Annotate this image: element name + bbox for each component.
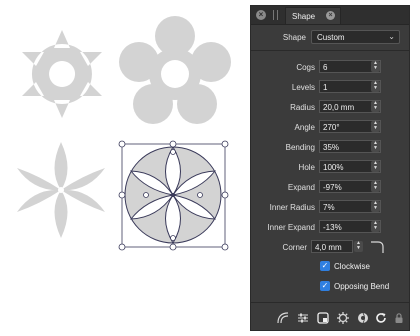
chevron-down-icon: ⌄ xyxy=(388,32,395,41)
panel-toolbar xyxy=(251,302,409,331)
cog-shape-icon[interactable] xyxy=(337,312,349,324)
shape-type-label: Shape xyxy=(282,33,306,42)
expand-value: -97% xyxy=(323,183,342,192)
bending-stepper[interactable]: ▲ ▼ xyxy=(371,141,380,152)
corner-row: Corner 4,0 mm ▲ ▼ xyxy=(251,240,409,254)
lock-icon[interactable] xyxy=(393,312,405,324)
levels-row: Levels 1 ▲ ▼ xyxy=(251,80,409,94)
inner-radius-row: Inner Radius 7% ▲ ▼ xyxy=(251,200,409,214)
panel-grip-icon[interactable] xyxy=(273,10,278,20)
flower-shape[interactable] xyxy=(119,16,231,124)
cogs-row: Cogs 6 ▲ ▼ xyxy=(251,60,409,74)
inner-expand-row: Inner Expand -13% ▲ ▼ xyxy=(251,220,409,234)
expand-stepper[interactable]: ▲ ▼ xyxy=(371,181,380,192)
curve-icon[interactable] xyxy=(277,312,289,324)
hole-stepper[interactable]: ▲ ▼ xyxy=(371,161,380,172)
bending-value: 35% xyxy=(323,143,340,152)
angle-row: Angle 270° ▲ ▼ xyxy=(251,120,409,134)
tab-shape[interactable]: Shape × xyxy=(285,7,341,24)
sliders-icon[interactable] xyxy=(297,312,309,324)
angle-value: 270° xyxy=(323,123,340,132)
corner-label: Corner xyxy=(282,243,307,252)
hole-label: Hole xyxy=(298,163,315,172)
divider xyxy=(251,50,409,51)
shape-type-select[interactable]: Custom ⌄ xyxy=(311,30,400,44)
panel-tab-bar: × Shape × xyxy=(251,6,409,25)
canvas-drawing[interactable] xyxy=(0,0,248,336)
levels-value: 1 xyxy=(323,83,328,92)
cogs-value: 6 xyxy=(323,63,328,72)
radius-stepper[interactable]: ▲ ▼ xyxy=(371,101,380,112)
inner-radius-label: Inner Radius xyxy=(269,203,315,212)
square-icon[interactable] xyxy=(317,312,329,324)
angle-label: Angle xyxy=(294,123,315,132)
inner-radius-stepper[interactable]: ▲ ▼ xyxy=(371,201,380,212)
clockwise-row[interactable]: ✓ Clockwise xyxy=(320,261,410,273)
radius-label: Radius xyxy=(290,103,315,112)
bending-row: Bending 35% ▲ ▼ xyxy=(251,140,409,154)
inner-radius-value: 7% xyxy=(323,203,335,212)
tab-shape-label: Shape xyxy=(292,12,316,21)
shape-type-value: Custom xyxy=(317,33,345,42)
refresh-icon[interactable] xyxy=(375,312,387,324)
shape-type-row: Shape Custom ⌄ xyxy=(251,29,409,45)
corner-stepper[interactable]: ▲ ▼ xyxy=(354,241,363,252)
canvas[interactable] xyxy=(0,0,248,336)
hole-value: 100% xyxy=(323,163,344,172)
levels-label: Levels xyxy=(291,83,315,92)
bending-label: Bending xyxy=(285,143,315,152)
opposing-bend-checkbox[interactable]: ✓ xyxy=(320,281,330,291)
corner-type-icon[interactable] xyxy=(370,240,386,254)
star-flower-shape[interactable] xyxy=(17,142,105,238)
angle-stepper[interactable]: ▲ ▼ xyxy=(371,121,380,132)
inner-expand-label: Inner Expand xyxy=(267,223,315,232)
cog-shape[interactable] xyxy=(22,30,102,118)
tab-close-icon[interactable]: × xyxy=(326,11,335,20)
cogs-label: Cogs xyxy=(296,63,315,72)
selected-flower-shape[interactable] xyxy=(118,140,229,251)
corner-value: 4,0 mm xyxy=(315,243,342,252)
expand-row: Expand -97% ▲ ▼ xyxy=(251,180,409,194)
opposing-bend-label: Opposing Bend xyxy=(334,282,390,291)
cogs-stepper[interactable]: ▲ ▼ xyxy=(371,61,380,72)
levels-stepper[interactable]: ▲ ▼ xyxy=(371,81,380,92)
flower-icon[interactable] xyxy=(357,312,369,324)
hole-row: Hole 100% ▲ ▼ xyxy=(251,160,409,174)
opposing-bend-row[interactable]: ✓ Opposing Bend xyxy=(320,281,410,293)
inner-expand-value: -13% xyxy=(323,223,342,232)
expand-label: Expand xyxy=(287,183,315,192)
clockwise-checkbox[interactable]: ✓ xyxy=(320,261,330,271)
panel-close-icon[interactable]: × xyxy=(256,10,266,20)
inner-expand-stepper[interactable]: ▲ ▼ xyxy=(371,221,380,232)
corner-field[interactable]: 4,0 mm xyxy=(311,240,353,253)
radius-row: Radius 20,0 mm ▲ ▼ xyxy=(251,100,409,114)
clockwise-label: Clockwise xyxy=(334,262,371,271)
shape-panel: × Shape × Shape Custom ⌄ Cogs 6 ▲ ▼ Level… xyxy=(250,5,410,331)
radius-value: 20,0 mm xyxy=(323,103,355,112)
